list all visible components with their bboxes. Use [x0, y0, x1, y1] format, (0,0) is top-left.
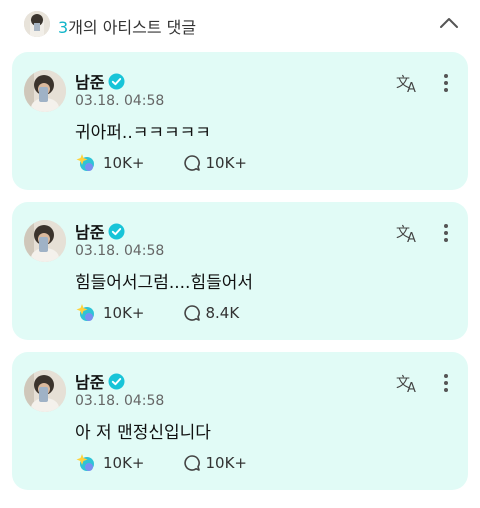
- more-vertical-icon[interactable]: [440, 222, 452, 244]
- like-button[interactable]: 10K+: [75, 452, 145, 474]
- comment-date: 03.18. 04:58: [75, 93, 165, 109]
- reply-count: 10K+: [205, 454, 248, 472]
- svg-text:A: A: [407, 381, 416, 394]
- author-name[interactable]: 남준: [75, 69, 104, 93]
- avatar[interactable]: [24, 70, 66, 112]
- like-button[interactable]: 10K+: [75, 152, 145, 174]
- speech-bubble-icon: [183, 454, 201, 472]
- chevron-up-icon[interactable]: [436, 12, 462, 34]
- reply-button[interactable]: 8.4K: [183, 304, 240, 322]
- translate-icon[interactable]: 文 A: [396, 372, 420, 396]
- sparkle-like-icon: [75, 152, 97, 174]
- header-title: 3개의 아티스트 댓글: [58, 14, 196, 38]
- like-count: 10K+: [103, 454, 145, 472]
- header-avatar: [24, 11, 50, 37]
- translate-icon[interactable]: 文 A: [396, 222, 420, 246]
- reply-count: 8.4K: [205, 304, 240, 322]
- comment-actions: 10K+ 10K+: [75, 150, 247, 176]
- author-name[interactable]: 남준: [75, 369, 104, 393]
- translate-icon[interactable]: 文 A: [396, 72, 420, 96]
- svg-text:A: A: [407, 231, 416, 244]
- comment-text: 힘들어서그럼....힘들어서: [75, 273, 254, 293]
- comment-text: 아 저 맨정신입니다: [75, 423, 211, 443]
- artist-comments-header[interactable]: 3개의 아티스트 댓글: [0, 0, 480, 50]
- comment-text: 귀아퍼..ㅋㅋㅋㅋㅋ: [75, 123, 211, 143]
- comment-card: 남준 03.18. 04:58 文 A 아 저 맨정신입니다 10K+ 10K+: [12, 352, 468, 490]
- svg-text:A: A: [407, 81, 416, 94]
- verified-badge-icon: [108, 73, 125, 90]
- author-row: 남준: [75, 70, 125, 92]
- comment-card: 남준 03.18. 04:58 文 A 힘들어서그럼....힘들어서 10K+: [12, 202, 468, 340]
- reply-count: 10K+: [205, 154, 248, 172]
- like-count: 10K+: [103, 304, 145, 322]
- artist-comment-count: 3: [58, 18, 69, 37]
- speech-bubble-icon: [183, 304, 201, 322]
- reply-button[interactable]: 10K+: [183, 454, 248, 472]
- comment-actions: 10K+ 8.4K: [75, 300, 239, 326]
- like-count: 10K+: [103, 154, 145, 172]
- more-vertical-icon[interactable]: [440, 372, 452, 394]
- verified-badge-icon: [108, 373, 125, 390]
- comment-date: 03.18. 04:58: [75, 393, 165, 409]
- reply-button[interactable]: 10K+: [183, 154, 248, 172]
- comment-date: 03.18. 04:58: [75, 243, 165, 259]
- like-button[interactable]: 10K+: [75, 302, 145, 324]
- comment-actions: 10K+ 10K+: [75, 450, 247, 476]
- more-vertical-icon[interactable]: [440, 72, 452, 94]
- author-row: 남준: [75, 370, 125, 392]
- speech-bubble-icon: [183, 154, 201, 172]
- sparkle-like-icon: [75, 452, 97, 474]
- avatar[interactable]: [24, 220, 66, 262]
- comment-card: 남준 03.18. 04:58 文 A 귀아퍼..ㅋㅋㅋㅋㅋ 10K+ 10K+: [12, 52, 468, 190]
- header-title-text: 개의 아티스트 댓글: [68, 18, 197, 37]
- author-name[interactable]: 남준: [75, 219, 104, 243]
- verified-badge-icon: [108, 223, 125, 240]
- author-row: 남준: [75, 220, 125, 242]
- avatar[interactable]: [24, 370, 66, 412]
- sparkle-like-icon: [75, 302, 97, 324]
